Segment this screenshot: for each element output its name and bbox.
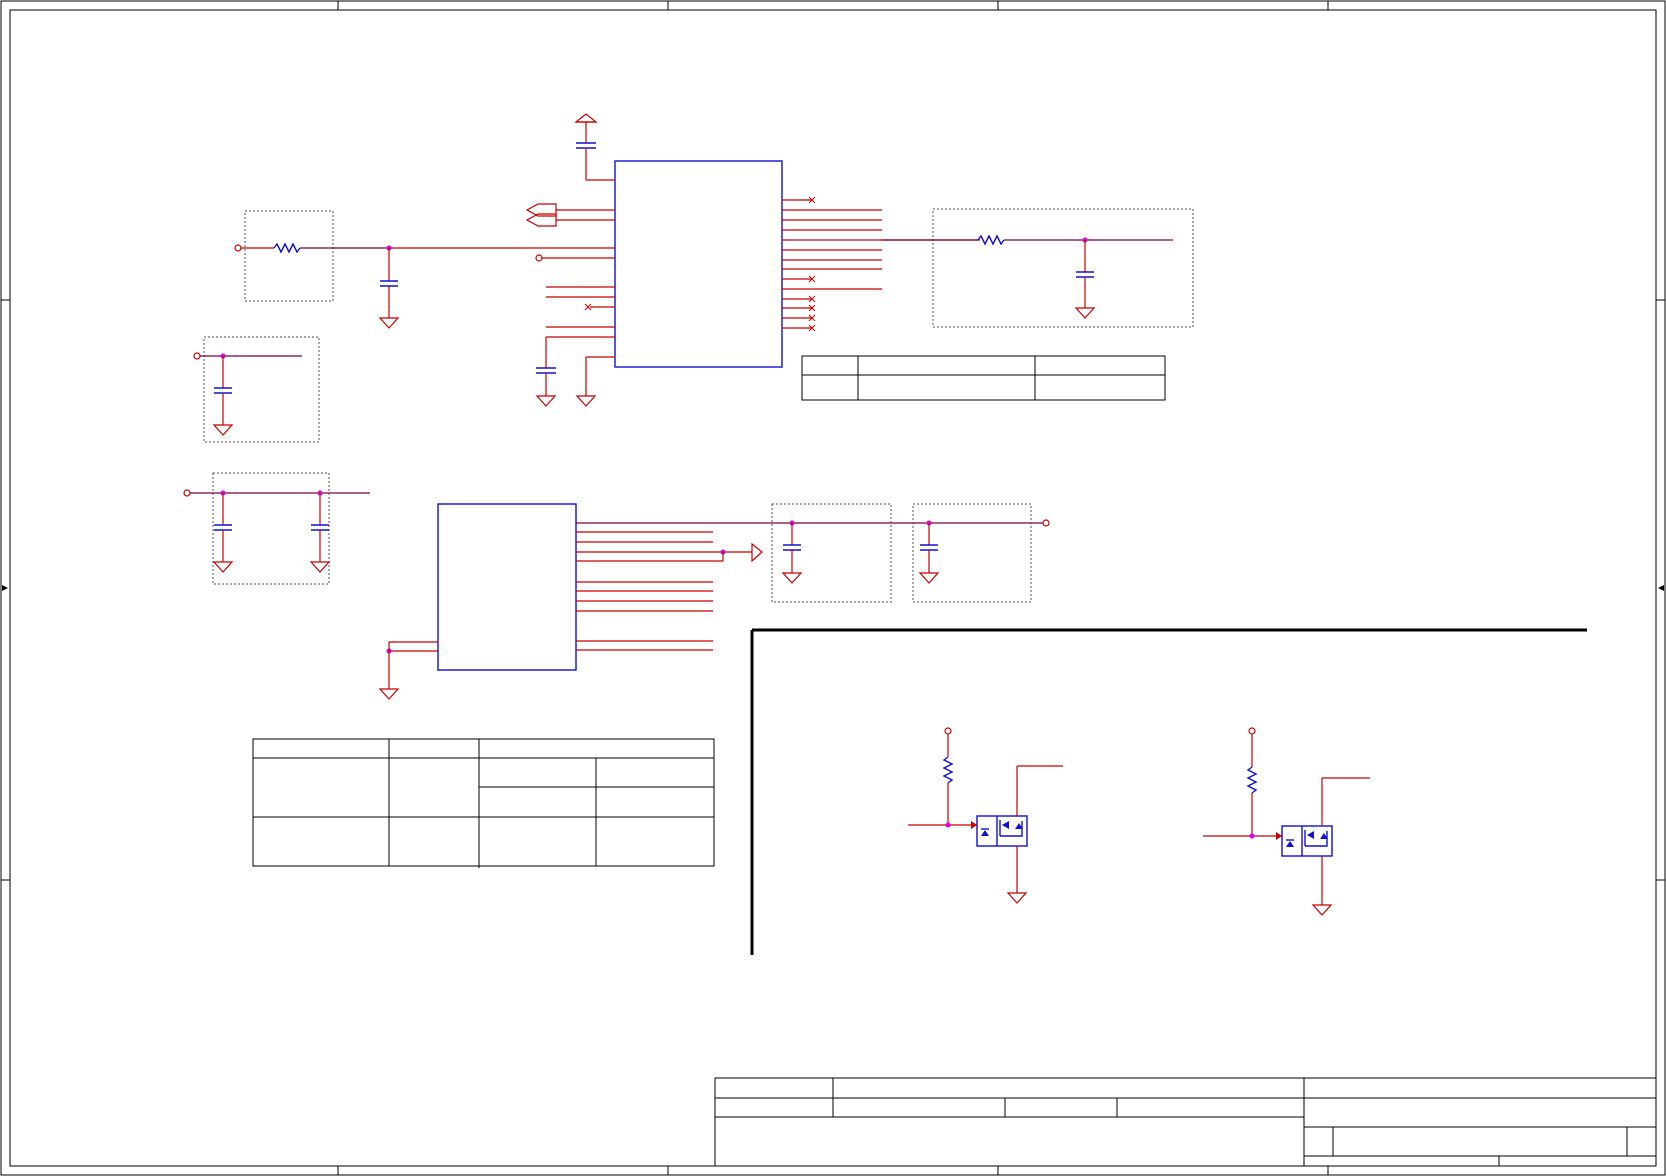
- u1-bottom-decoupling: [535, 337, 597, 407]
- port-circle-icon: [183, 489, 191, 497]
- port-circle-icon: [193, 352, 201, 360]
- port-circle-icon: [535, 254, 543, 262]
- ground-icon: [212, 424, 234, 436]
- ic-u1[interactable]: [614, 160, 783, 368]
- port-circle-icon: [1042, 519, 1050, 527]
- config-table-large: [252, 738, 715, 868]
- mosfet-icon: [1281, 825, 1333, 857]
- ground-icon: [575, 395, 597, 407]
- resistor-icon: [977, 234, 1005, 246]
- ground-icon: [378, 688, 400, 700]
- cap-block-2: [183, 472, 370, 585]
- config-table-small: [801, 355, 1166, 401]
- sheet-frame: [0, 0, 1666, 1176]
- ground-icon: [1311, 904, 1333, 916]
- mosfet-switch-1[interactable]: [908, 727, 1063, 904]
- title-block: [714, 1077, 1657, 1167]
- ground-icon: [918, 572, 940, 584]
- ic-u2[interactable]: [437, 503, 577, 671]
- cap-block-4: [912, 503, 1050, 603]
- u2-left-pins: [378, 641, 438, 700]
- schematic-sheet: [0, 0, 1666, 1176]
- ground-icon: [212, 561, 234, 573]
- section-divider: [750, 628, 1587, 955]
- schematic-drawing: [0, 0, 1666, 1176]
- output-rc-filter-block: [882, 208, 1194, 328]
- resistor-icon: [942, 756, 954, 784]
- ground-icon: [309, 561, 331, 573]
- resistor-icon: [273, 242, 301, 254]
- cap-block-1: [193, 336, 320, 443]
- resistor-icon: [1246, 766, 1258, 794]
- port-circle-icon: [944, 727, 952, 735]
- mosfet-switch-2[interactable]: [1203, 727, 1370, 916]
- port-circle-icon: [1248, 727, 1256, 735]
- capacitor-icon: [576, 142, 596, 149]
- port-circle-icon: [234, 244, 242, 252]
- u1-left-pins: [389, 203, 615, 358]
- power-arrow-icon: [751, 542, 763, 563]
- u1-right-pins: [782, 196, 980, 332]
- ground-icon: [1074, 307, 1096, 319]
- ground-icon: [1006, 892, 1028, 904]
- ground-icon: [535, 395, 557, 407]
- ground-icon: [378, 317, 400, 329]
- input-rc-filter-block: [234, 210, 400, 329]
- cap-block-3: [771, 503, 892, 603]
- power-arrow-icon: [574, 113, 598, 143]
- ground-icon: [781, 572, 803, 584]
